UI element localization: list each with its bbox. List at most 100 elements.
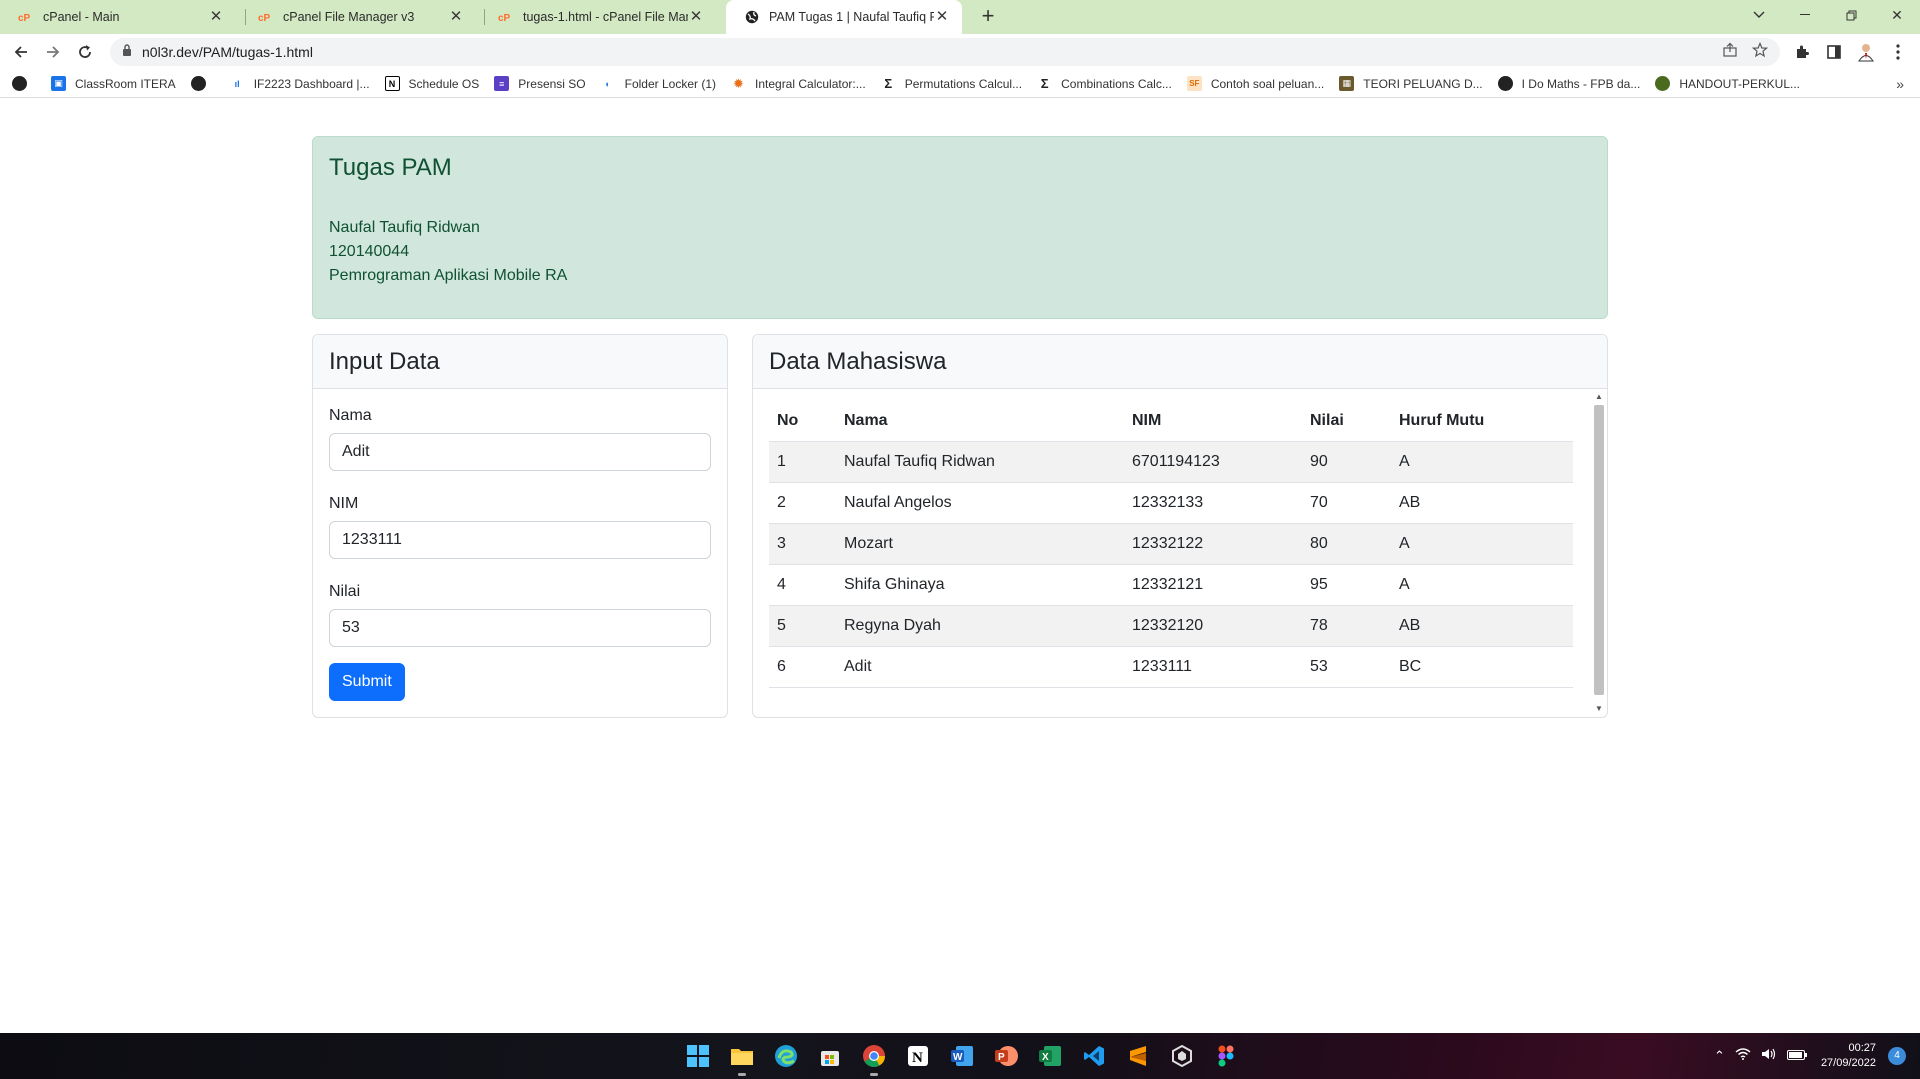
cell-nim: 6701194123 xyxy=(1124,441,1302,483)
cell-no: 6 xyxy=(769,646,836,688)
close-icon[interactable]: ✕ xyxy=(688,9,704,25)
submit-button[interactable]: Submit xyxy=(329,663,405,701)
star-icon[interactable] xyxy=(1751,41,1769,63)
bookmarks-overflow-icon[interactable]: » xyxy=(1896,76,1904,92)
close-icon[interactable]: ✕ xyxy=(208,9,224,25)
globe-icon xyxy=(1497,76,1513,91)
column-header-huruf-mutu: Huruf Mutu xyxy=(1391,401,1573,442)
cell-nama: Adit xyxy=(836,646,1124,688)
svg-text:cP: cP xyxy=(258,13,271,23)
tab-cpanel-file-manager[interactable]: cP cPanel File Manager v3 ✕ xyxy=(240,0,476,34)
bookmark-permutations[interactable]: Σ Permutations Calcul... xyxy=(881,76,1022,91)
cell-no: 1 xyxy=(769,441,836,483)
svg-text:cP: cP xyxy=(498,13,511,23)
cell-nim: 12332133 xyxy=(1124,482,1302,524)
svg-text:X: X xyxy=(1042,1052,1049,1063)
table-scrollbar[interactable]: ▲ ▼ xyxy=(1593,391,1605,715)
close-window-icon[interactable]: ✕ xyxy=(1874,0,1920,30)
tab-search-icon[interactable] xyxy=(1736,0,1782,30)
forward-arrow-icon[interactable] xyxy=(41,40,65,64)
bookmark-teori-peluang[interactable]: ▦ TEORI PELUANG D... xyxy=(1339,76,1483,91)
volume-icon[interactable] xyxy=(1761,1048,1777,1064)
notion-icon[interactable]: N xyxy=(902,1040,934,1072)
bookmark-classroom[interactable]: ▣ ClassRoom ITERA xyxy=(51,76,176,91)
bookmark-folder-locker[interactable]: ◐ Folder Locker (1) xyxy=(601,76,716,91)
unity-icon[interactable] xyxy=(1166,1040,1198,1072)
close-icon[interactable]: ✕ xyxy=(934,9,950,25)
cell-huruf-mutu: AB xyxy=(1391,482,1573,524)
bookmark-label: Schedule OS xyxy=(408,76,480,91)
svg-text:P: P xyxy=(998,1052,1005,1063)
cell-nilai: 80 xyxy=(1302,523,1391,565)
close-icon[interactable]: ✕ xyxy=(448,9,464,25)
minimize-icon[interactable] xyxy=(1782,0,1828,30)
figma-icon[interactable] xyxy=(1210,1040,1242,1072)
nim-input[interactable] xyxy=(329,521,711,559)
nama-input[interactable] xyxy=(329,433,711,471)
cell-nilai: 53 xyxy=(1302,646,1391,688)
bookmark-presensi-so[interactable]: ≡ Presensi SO xyxy=(494,76,586,91)
cell-no: 4 xyxy=(769,564,836,606)
kebab-menu-icon[interactable] xyxy=(1886,40,1910,64)
scrollbar-thumb[interactable] xyxy=(1594,405,1604,695)
clock[interactable]: 00:27 27/09/2022 xyxy=(1821,1041,1876,1071)
address-bar[interactable]: n0l3r.dev/PAM/tugas-1.html xyxy=(110,38,1780,66)
tab-tugas-html[interactable]: cP tugas-1.html - cPanel File Manag ✕ xyxy=(480,0,716,34)
share-icon[interactable] xyxy=(1722,42,1738,63)
bookmark-label: Folder Locker (1) xyxy=(624,76,716,91)
profile-avatar[interactable] xyxy=(1854,40,1878,64)
bookmark-globe[interactable] xyxy=(12,76,36,91)
bookmark-schedule-os[interactable]: N Schedule OS xyxy=(384,76,480,91)
clock-date: 27/09/2022 xyxy=(1820,1057,1876,1069)
tab-pam-tugas[interactable]: PAM Tugas 1 | Naufal Taufiq Ridw ✕ xyxy=(726,0,962,34)
restore-icon[interactable] xyxy=(1828,0,1874,30)
lock-icon[interactable] xyxy=(122,43,132,61)
chevron-up-icon[interactable]: ⌃ xyxy=(1714,1048,1725,1064)
bookmark-if2223[interactable]: ıl IF2223 Dashboard |... xyxy=(230,76,370,91)
notification-badge[interactable]: 4 xyxy=(1888,1047,1906,1065)
back-arrow-icon[interactable] xyxy=(9,40,33,64)
sublime-icon[interactable] xyxy=(1122,1040,1154,1072)
column-header-nim: NIM xyxy=(1124,401,1302,442)
extensions-icon[interactable] xyxy=(1790,40,1814,64)
scroll-down-icon[interactable]: ▼ xyxy=(1593,703,1605,715)
file-explorer-icon[interactable] xyxy=(726,1040,758,1076)
bookmark-handout[interactable]: HANDOUT-PERKUL... xyxy=(1655,76,1800,91)
bookmark-contoh-soal[interactable]: SF Contoh soal peluan... xyxy=(1186,76,1324,91)
nilai-input[interactable] xyxy=(329,609,711,647)
powerpoint-icon[interactable]: P xyxy=(990,1040,1022,1072)
data-card-title: Data Mahasiswa xyxy=(753,335,1607,389)
bookmark-combinations[interactable]: Σ Combinations Calc... xyxy=(1037,76,1172,91)
word-icon[interactable]: W xyxy=(946,1040,978,1072)
page-title: Tugas PAM xyxy=(329,154,452,181)
windows-start-icon[interactable] xyxy=(682,1040,714,1072)
wifi-icon[interactable] xyxy=(1735,1048,1751,1064)
cell-huruf-mutu: A xyxy=(1391,441,1573,483)
chrome-icon[interactable] xyxy=(858,1040,890,1076)
cell-nilai: 70 xyxy=(1302,482,1391,524)
bookmark-globe-2[interactable] xyxy=(190,76,215,91)
reload-icon[interactable] xyxy=(73,40,97,64)
excel-icon[interactable]: X xyxy=(1034,1040,1066,1072)
bookmark-integral-calculator[interactable]: ✹ Integral Calculator:... xyxy=(731,76,866,91)
scroll-up-icon[interactable]: ▲ xyxy=(1593,391,1605,403)
cpanel-icon: cP xyxy=(18,9,34,25)
tab-cpanel-main[interactable]: cP cPanel - Main ✕ xyxy=(0,0,236,34)
store-icon[interactable] xyxy=(814,1040,846,1072)
student-nim: 120140044 xyxy=(329,243,410,260)
nilai-label: Nilai xyxy=(329,583,361,600)
vscode-icon[interactable] xyxy=(1078,1040,1110,1072)
cell-nim: 12332120 xyxy=(1124,605,1302,647)
column-header-nama: Nama xyxy=(836,401,1124,442)
battery-icon[interactable] xyxy=(1786,1048,1807,1064)
bookmark-label: Combinations Calc... xyxy=(1061,76,1172,91)
table-scroll-area[interactable]: No Nama NIM Nilai Huruf Mutu 1 Naufal Ta… xyxy=(753,389,1607,717)
svg-text:W: W xyxy=(953,1052,963,1063)
bookmark-i-do-maths[interactable]: I Do Maths - FPB da... xyxy=(1497,76,1641,91)
table-row: 2 Naufal Angelos 12332133 70 AB xyxy=(769,482,1573,524)
edge-icon[interactable] xyxy=(770,1040,802,1072)
side-panel-icon[interactable] xyxy=(1822,40,1846,64)
bookmarks-bar: ▣ ClassRoom ITERA ıl IF2223 Dashboard |...… xyxy=(0,70,1920,98)
bookmark-label: I Do Maths - FPB da... xyxy=(1521,76,1641,91)
new-tab-button[interactable]: + xyxy=(976,5,1000,29)
